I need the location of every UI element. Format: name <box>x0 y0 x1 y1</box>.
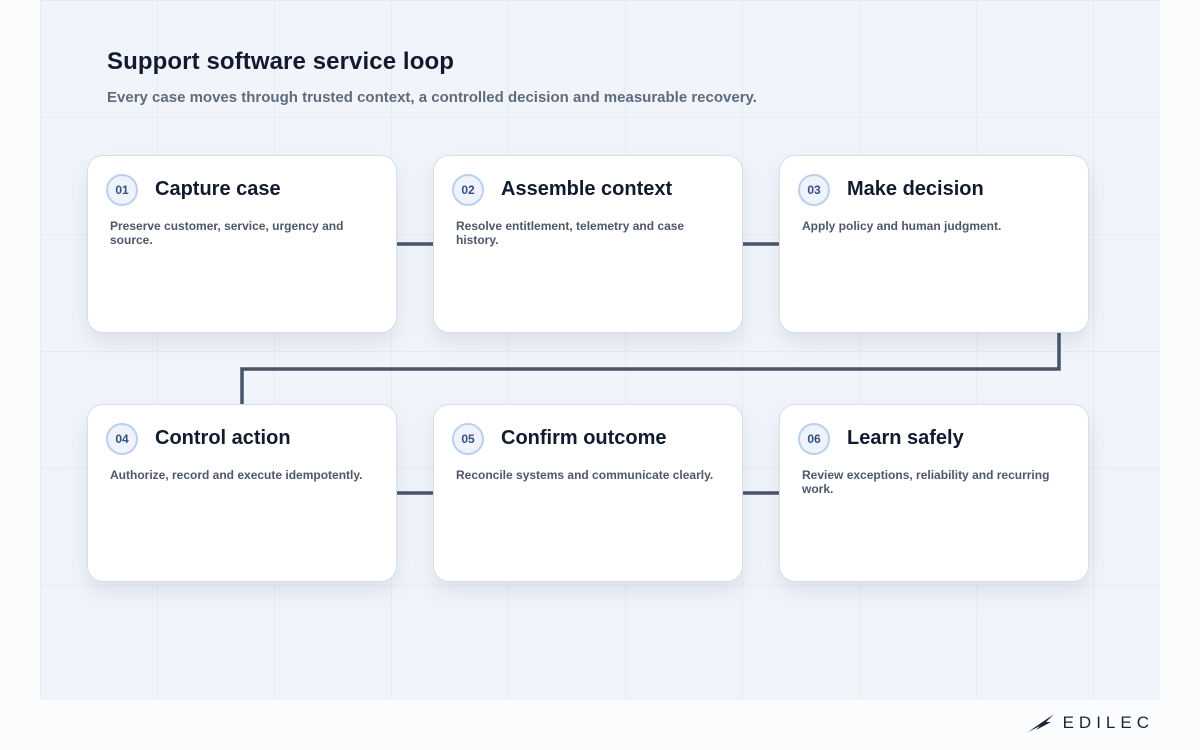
step-number-badge: 04 <box>106 423 138 455</box>
step-title: Confirm outcome <box>501 427 667 449</box>
step-number-badge: 06 <box>798 423 830 455</box>
flow-connectors <box>240 242 1061 495</box>
step-title: Control action <box>155 427 291 449</box>
bird-wing-logo-icon <box>1027 714 1054 732</box>
step-description: Authorize, record and execute idempotent… <box>110 468 363 482</box>
step-card-learn-safely: 06 Learn safely Review exceptions, relia… <box>779 404 1089 582</box>
step-card-control-action: 04 Control action Authorize, record and … <box>87 404 397 582</box>
step-title: Make decision <box>847 178 984 200</box>
step-number-badge: 01 <box>106 174 138 206</box>
step-card-confirm-outcome: 05 Confirm outcome Reconcile systems and… <box>433 404 743 582</box>
step-title: Learn safely <box>847 427 964 449</box>
step-description: Apply policy and human judgment. <box>802 219 1002 233</box>
step-description: Reconcile systems and communicate clearl… <box>456 468 714 482</box>
step-description: Preserve customer, service, urgency and … <box>110 219 344 247</box>
step-title: Capture case <box>155 178 281 200</box>
step-description: Resolve entitlement, telemetry and case … <box>456 219 685 247</box>
step-number-badge: 05 <box>452 423 484 455</box>
brand-logo: EDILEC <box>1027 710 1154 736</box>
step-description: Review exceptions, reliability and recur… <box>802 468 1050 496</box>
step-card-make-decision: 03 Make decision Apply policy and human … <box>779 155 1089 333</box>
step-number-badge: 03 <box>798 174 830 206</box>
step-title: Assemble context <box>501 178 673 200</box>
step-card-assemble-context: 02 Assemble context Resolve entitlement,… <box>433 155 743 333</box>
brand-name: EDILEC <box>1062 713 1154 732</box>
step-number-badge: 02 <box>452 174 484 206</box>
step-card-capture-case: 01 Capture case Preserve customer, servi… <box>87 155 397 333</box>
connector-03-04 <box>240 333 1061 405</box>
